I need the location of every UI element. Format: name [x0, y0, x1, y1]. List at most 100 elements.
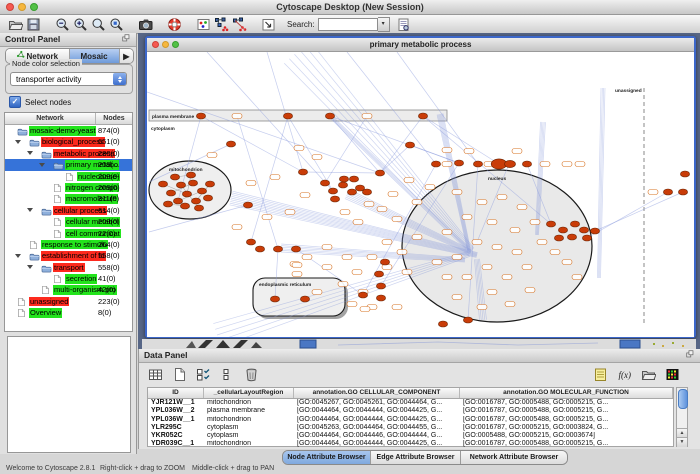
network-node[interactable] — [374, 271, 383, 277]
expander-icon[interactable] — [27, 208, 33, 212]
network-node[interactable] — [246, 239, 255, 245]
network-node[interactable] — [382, 265, 392, 270]
network-node[interactable] — [502, 275, 512, 280]
table-row[interactable]: YPL036W__1mitochondrion[GO:0044464, GO:0… — [148, 416, 673, 424]
network-node[interactable] — [270, 296, 279, 302]
network-edge[interactable] — [207, 52, 333, 191]
network-node[interactable] — [405, 142, 414, 148]
network-canvas[interactable]: plasma membranecytoplasmmitochondrionnuc… — [147, 52, 694, 337]
network-node[interactable] — [590, 228, 599, 234]
network-node[interactable] — [188, 180, 197, 186]
network-node[interactable] — [207, 153, 217, 158]
network-node[interactable] — [232, 225, 242, 230]
network-node[interactable] — [505, 302, 515, 307]
network-node[interactable] — [464, 149, 474, 154]
network-node[interactable] — [540, 162, 550, 167]
network-node[interactable] — [362, 189, 371, 195]
tree-row[interactable]: metabolic process280(0) — [5, 148, 132, 159]
network-node[interactable] — [438, 321, 447, 327]
tree-row[interactable]: unassigned223(0) — [5, 296, 132, 307]
network-node[interactable] — [312, 290, 322, 295]
network-node[interactable] — [546, 221, 555, 227]
birds-eye-view[interactable] — [7, 336, 131, 453]
open-session-button[interactable] — [6, 16, 24, 33]
network-node[interactable] — [375, 170, 384, 176]
tree-row[interactable]: nitrogen compo209(0) — [5, 182, 132, 193]
search-options-button[interactable] — [395, 16, 413, 33]
network-node[interactable] — [194, 205, 203, 211]
network-node[interactable] — [412, 200, 422, 205]
network-node[interactable] — [425, 185, 435, 190]
table-row[interactable]: YKR052Ccytoplasm[GO:0044464, GO:0044446,… — [148, 432, 673, 440]
network-node[interactable] — [352, 270, 362, 275]
table-column-header[interactable]: annotation.GO MOLECULAR_FUNCTION — [460, 388, 673, 398]
network-node[interactable] — [294, 146, 304, 151]
network-node[interactable] — [575, 162, 585, 167]
network-node[interactable] — [522, 265, 532, 270]
search-input[interactable] — [318, 18, 378, 31]
network-node[interactable] — [472, 240, 482, 245]
network-node[interactable] — [328, 188, 337, 194]
network-node[interactable] — [452, 190, 462, 195]
network-node[interactable] — [442, 230, 452, 235]
network-node[interactable] — [550, 250, 560, 255]
select-nodes-checkbox[interactable]: ✓ — [9, 96, 21, 108]
network-node[interactable] — [203, 195, 212, 201]
network-node[interactable] — [462, 275, 472, 280]
network-node[interactable] — [392, 217, 402, 222]
table-row[interactable]: YPL036W__2plasma membrane[GO:0044464, GO… — [148, 407, 673, 415]
network-node[interactable] — [291, 246, 300, 252]
network-node[interactable] — [454, 160, 463, 166]
network-node[interactable] — [377, 207, 387, 212]
network-node[interactable] — [320, 180, 329, 186]
tree-row[interactable]: nucleobase-209(0) — [5, 171, 132, 182]
network-node[interactable] — [572, 275, 582, 280]
network-node[interactable] — [353, 220, 363, 225]
table-row[interactable]: YDR039C__1mitochondrion[GO:0044464, GO:0… — [148, 440, 673, 448]
network-node[interactable] — [418, 113, 427, 119]
float-panel-icon[interactable] — [122, 34, 133, 49]
table-row[interactable]: YJR121W__1mitochondrion[GO:0045267, GO:0… — [148, 399, 673, 407]
network-node[interactable] — [442, 148, 452, 153]
network-node[interactable] — [338, 182, 347, 188]
network-node[interactable] — [255, 246, 264, 252]
network-node[interactable] — [300, 296, 309, 302]
scrollbar-thumb[interactable] — [678, 389, 688, 409]
zoom-fit-button[interactable] — [89, 16, 107, 33]
network-node[interactable] — [477, 305, 487, 310]
tree-row[interactable]: multi-organism pro42(0) — [5, 284, 132, 295]
network-node[interactable] — [487, 220, 497, 225]
tab-overflow-arrow[interactable]: ▶ — [120, 49, 133, 63]
tab-network-attribute-browser[interactable]: Network Attribute Browser — [461, 451, 567, 464]
network-node[interactable] — [285, 210, 295, 215]
network-node[interactable] — [388, 192, 398, 197]
network-node[interactable] — [380, 259, 389, 265]
network-node[interactable] — [537, 240, 547, 245]
network-edge[interactable] — [288, 116, 333, 191]
graphics-details-button[interactable] — [194, 16, 212, 33]
network-node[interactable] — [226, 141, 235, 147]
network-node[interactable] — [270, 175, 280, 180]
table-row[interactable]: YLR295Ccytoplasm[GO:0045263, GO:0044464,… — [148, 424, 673, 432]
tab-edge-attribute-browser[interactable]: Edge Attribute Browser — [371, 451, 461, 464]
network-node[interactable] — [402, 270, 412, 275]
network-node[interactable] — [473, 161, 482, 167]
network-node[interactable] — [262, 215, 272, 220]
tree-row[interactable]: transport558(0) — [5, 262, 132, 273]
import-attributes-button[interactable] — [638, 365, 659, 383]
network-node[interactable] — [330, 196, 339, 202]
network-node[interactable] — [364, 202, 374, 207]
network-node[interactable] — [205, 181, 214, 187]
network-node[interactable] — [342, 255, 352, 260]
network-node[interactable] — [312, 155, 322, 160]
tree-row[interactable]: biological_process651(0) — [5, 136, 132, 147]
network-node[interactable] — [362, 114, 372, 119]
tree-row[interactable]: Overview8(0) — [5, 307, 132, 318]
network-node[interactable] — [482, 265, 492, 270]
select-all-attributes-button[interactable] — [193, 365, 214, 383]
table-column-header[interactable]: ID — [148, 388, 204, 398]
network-edge[interactable] — [410, 145, 459, 163]
network-node[interactable] — [554, 235, 563, 241]
network-node[interactable] — [360, 307, 370, 312]
formula-builder-button[interactable]: f(x) — [614, 365, 635, 383]
